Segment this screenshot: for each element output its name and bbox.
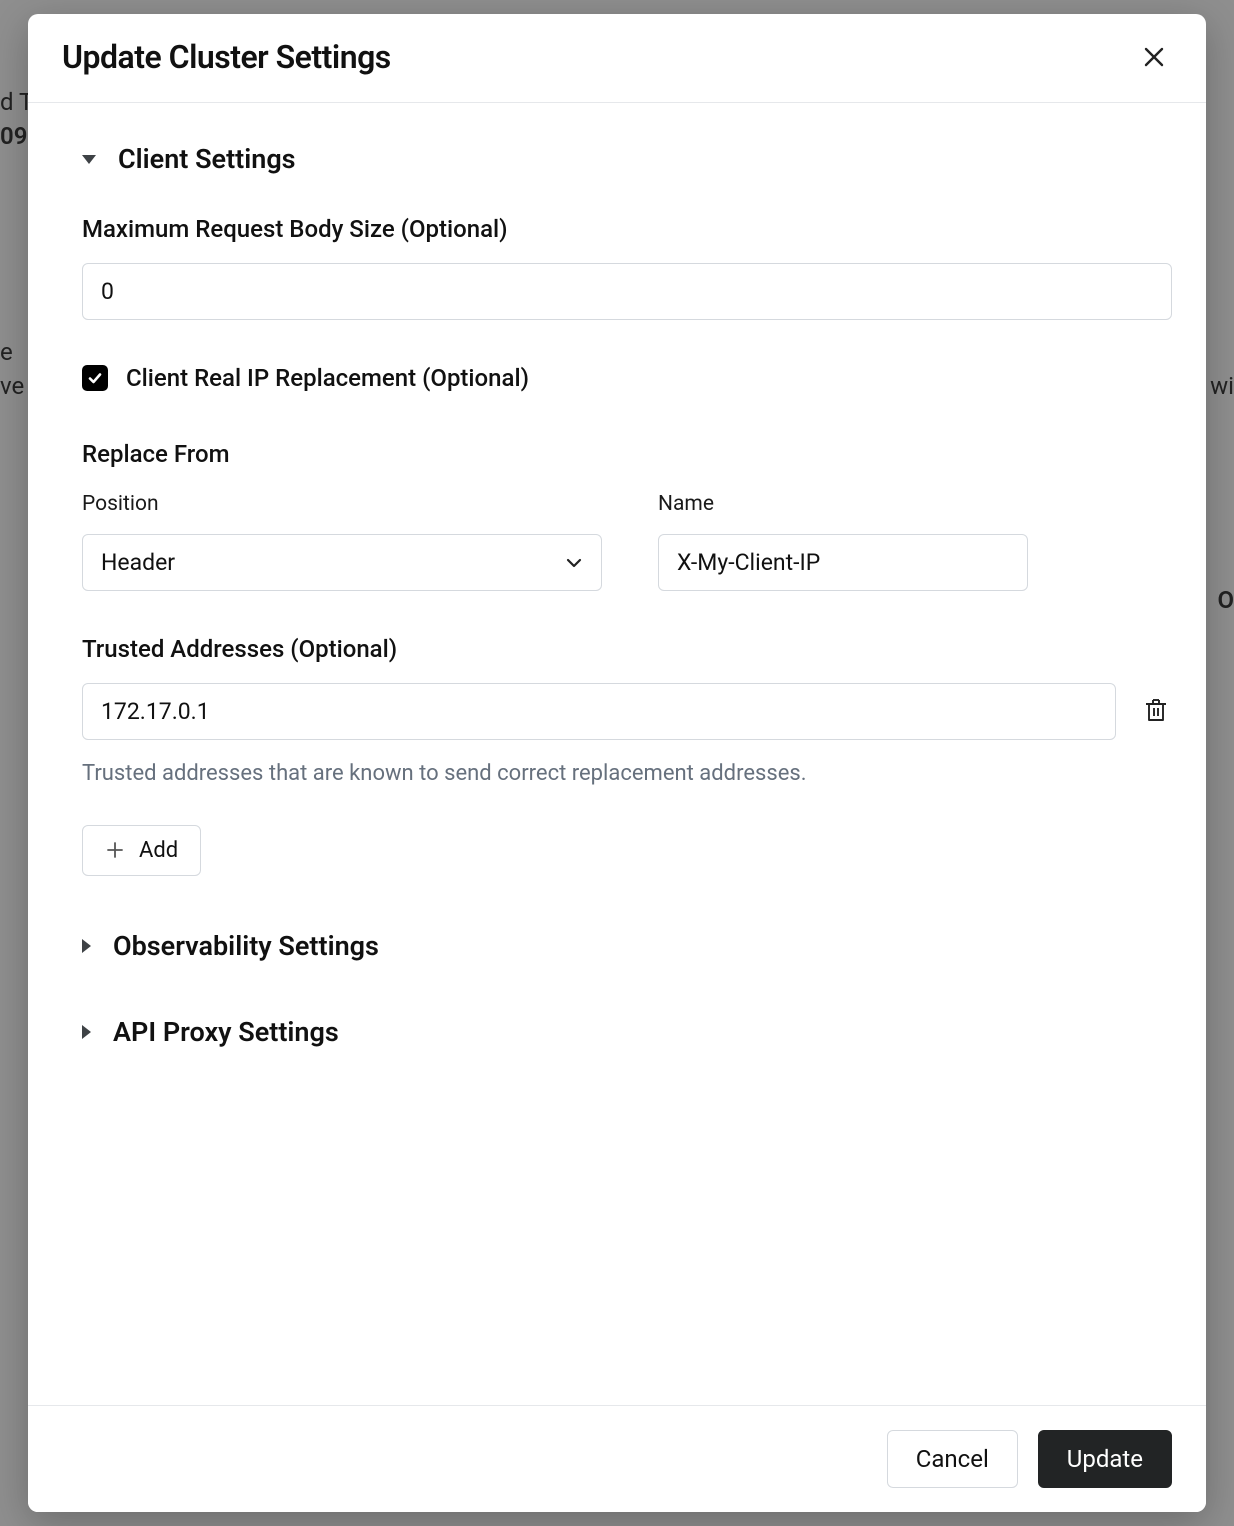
bg-fragment: ve xyxy=(0,372,24,400)
caret-down-icon xyxy=(82,155,96,164)
modal-footer: Cancel Update xyxy=(28,1405,1206,1512)
update-button[interactable]: Update xyxy=(1038,1430,1172,1488)
close-icon xyxy=(1142,45,1166,69)
caret-right-icon xyxy=(82,1025,91,1039)
client-settings-title: Client Settings xyxy=(118,143,296,175)
position-select[interactable]: Header xyxy=(82,534,602,591)
cancel-button[interactable]: Cancel xyxy=(887,1430,1018,1488)
bg-fragment: 09 xyxy=(0,122,27,150)
real-ip-checkbox-row: Client Real IP Replacement (Optional) xyxy=(82,364,1172,392)
checkmark-icon xyxy=(87,370,103,386)
trusted-addresses-field: Trusted Addresses (Optional) Trusted add… xyxy=(82,635,1172,876)
plus-icon xyxy=(105,840,125,860)
real-ip-label: Client Real IP Replacement (Optional) xyxy=(126,364,529,392)
name-label: Name xyxy=(658,492,1028,516)
max-body-size-input[interactable] xyxy=(82,263,1172,320)
trusted-addresses-label: Trusted Addresses (Optional) xyxy=(82,635,1172,663)
api-proxy-section: API Proxy Settings xyxy=(82,1016,1172,1048)
modal-title: Update Cluster Settings xyxy=(62,38,391,76)
client-settings-toggle[interactable]: Client Settings xyxy=(82,143,1172,175)
observability-title: Observability Settings xyxy=(113,930,379,962)
observability-toggle[interactable]: Observability Settings xyxy=(82,930,1172,962)
position-label: Position xyxy=(82,492,602,516)
add-button-label: Add xyxy=(139,838,178,863)
max-body-size-label: Maximum Request Body Size (Optional) xyxy=(82,215,1172,243)
add-trusted-address-button[interactable]: Add xyxy=(82,825,201,876)
max-body-size-field: Maximum Request Body Size (Optional) xyxy=(82,215,1172,320)
update-cluster-settings-modal: Update Cluster Settings Client Settings … xyxy=(28,14,1206,1512)
delete-trusted-address-button[interactable] xyxy=(1140,693,1172,730)
trash-icon xyxy=(1144,697,1168,723)
caret-right-icon xyxy=(82,939,91,953)
trusted-addresses-help: Trusted addresses that are known to send… xyxy=(82,760,1172,789)
trusted-address-row xyxy=(82,683,1172,740)
client-settings-section: Client Settings Maximum Request Body Siz… xyxy=(82,143,1172,876)
observability-section: Observability Settings xyxy=(82,930,1172,962)
name-input[interactable] xyxy=(658,534,1028,591)
replace-from-row: Position Header Name xyxy=(82,492,1172,591)
close-button[interactable] xyxy=(1136,39,1172,75)
modal-header: Update Cluster Settings xyxy=(28,14,1206,103)
replace-from-heading: Replace From xyxy=(82,440,1172,468)
api-proxy-title: API Proxy Settings xyxy=(113,1016,339,1048)
bg-fragment: e xyxy=(0,338,13,366)
bg-fragment: O xyxy=(1217,586,1234,614)
api-proxy-toggle[interactable]: API Proxy Settings xyxy=(82,1016,1172,1048)
modal-body: Client Settings Maximum Request Body Siz… xyxy=(28,103,1206,1405)
trusted-address-input[interactable] xyxy=(82,683,1116,740)
real-ip-checkbox[interactable] xyxy=(82,365,108,391)
bg-fragment: wi xyxy=(1210,372,1234,400)
